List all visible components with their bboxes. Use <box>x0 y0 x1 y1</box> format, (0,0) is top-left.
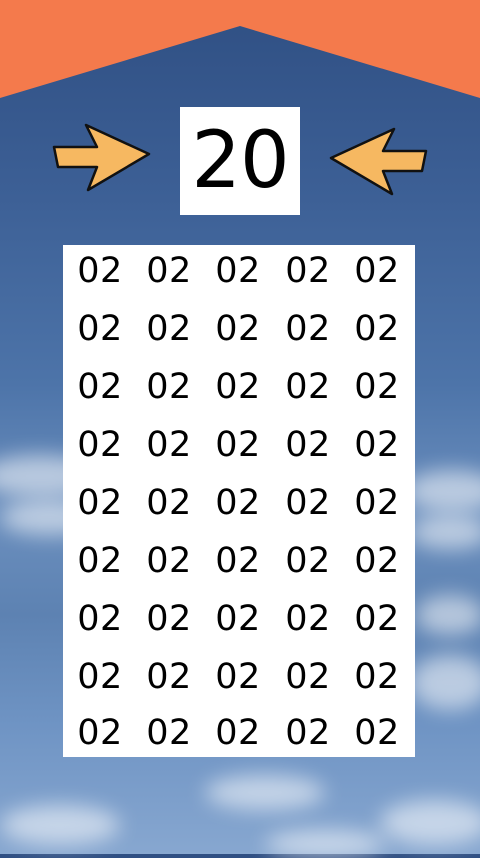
number-tile[interactable]: 02 <box>273 655 343 699</box>
roof-banner <box>0 0 480 98</box>
arrow-shape <box>52 123 151 192</box>
arrow-right-icon <box>52 123 151 192</box>
arrow-left-icon <box>329 127 428 196</box>
number-tile[interactable]: 02 <box>273 365 343 409</box>
number-tile[interactable]: 02 <box>273 481 343 525</box>
number-tile[interactable]: 02 <box>203 307 273 351</box>
number-tile[interactable]: 02 <box>203 655 273 699</box>
target-number: 20 <box>191 116 289 206</box>
number-tile[interactable]: 02 <box>65 249 135 293</box>
number-tile[interactable]: 02 <box>342 249 412 293</box>
number-tile[interactable]: 02 <box>65 365 135 409</box>
number-tile[interactable]: 02 <box>203 249 273 293</box>
number-grid-panel: 02 02 02 02 02 02 02 02 02 02 02 02 02 02 02 02 02 02 02 02… <box>63 245 415 757</box>
number-tile[interactable]: 02 <box>342 307 412 351</box>
number-tile[interactable]: 02 <box>203 423 273 467</box>
number-tile[interactable]: 02 <box>342 539 412 583</box>
number-tile[interactable]: 02 <box>273 711 343 755</box>
number-tile[interactable]: 02 <box>134 307 204 351</box>
number-tile[interactable]: 02 <box>65 307 135 351</box>
number-tile[interactable]: 02 <box>134 481 204 525</box>
number-tile[interactable]: 02 <box>134 597 204 641</box>
number-tile[interactable]: 02 <box>342 365 412 409</box>
number-tile[interactable]: 02 <box>273 249 343 293</box>
number-tile[interactable]: 02 <box>65 711 135 755</box>
number-tile[interactable]: 02 <box>65 539 135 583</box>
number-tile[interactable]: 02 <box>342 597 412 641</box>
number-tile[interactable]: 02 <box>134 711 204 755</box>
number-tile[interactable]: 02 <box>65 597 135 641</box>
roof-shape <box>0 0 480 98</box>
number-tile[interactable]: 02 <box>134 249 204 293</box>
number-tile[interactable]: 02 <box>203 365 273 409</box>
number-tile[interactable]: 02 <box>273 307 343 351</box>
number-tile[interactable]: 02 <box>203 711 273 755</box>
target-number-box: 20 <box>180 107 300 215</box>
number-tile[interactable]: 02 <box>134 423 204 467</box>
number-tile[interactable]: 02 <box>65 423 135 467</box>
number-tile[interactable]: 02 <box>134 365 204 409</box>
arrow-shape <box>329 127 428 196</box>
number-tile[interactable]: 02 <box>273 539 343 583</box>
number-tile[interactable]: 02 <box>203 597 273 641</box>
number-tile[interactable]: 02 <box>342 711 412 755</box>
number-tile[interactable]: 02 <box>273 423 343 467</box>
number-tile[interactable]: 02 <box>342 655 412 699</box>
number-tile[interactable]: 02 <box>134 539 204 583</box>
number-tile[interactable]: 02 <box>134 655 204 699</box>
number-tile[interactable]: 02 <box>342 423 412 467</box>
number-tile[interactable]: 02 <box>342 481 412 525</box>
number-tile[interactable]: 02 <box>65 655 135 699</box>
number-tile[interactable]: 02 <box>203 481 273 525</box>
number-tile[interactable]: 02 <box>273 597 343 641</box>
number-tile[interactable]: 02 <box>65 481 135 525</box>
number-tile[interactable]: 02 <box>203 539 273 583</box>
